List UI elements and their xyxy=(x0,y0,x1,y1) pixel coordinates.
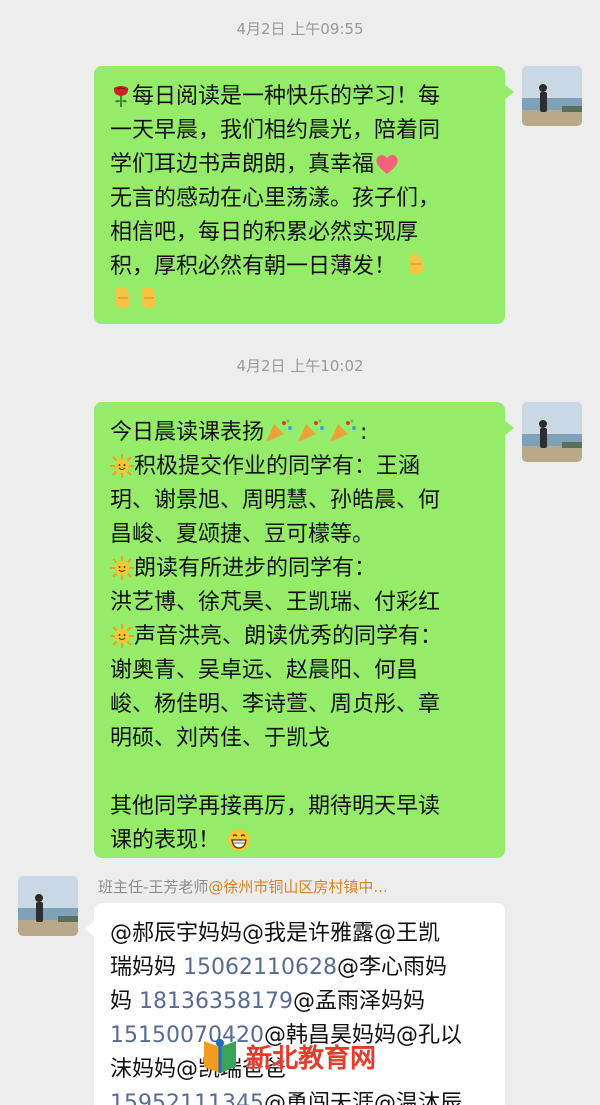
sun-emoji xyxy=(110,454,134,478)
party-popper-emoji xyxy=(298,419,325,442)
grin-emoji xyxy=(228,829,251,851)
party-popper-emoji xyxy=(330,419,357,442)
party-popper-emoji xyxy=(266,419,293,442)
watermark-text: 新北教育网 xyxy=(246,1043,377,1074)
timestamp: 4月2日 上午09:55 xyxy=(236,20,364,38)
avatar[interactable] xyxy=(522,66,582,126)
phone-link[interactable]: 15062110628 xyxy=(183,955,337,980)
avatar[interactable] xyxy=(522,402,582,462)
sender-org[interactable]: @徐州市铜山区房村镇中... xyxy=(208,878,387,896)
avatar-photo xyxy=(522,402,582,462)
message-bubble[interactable]: 每日阅读是一种快乐的学习！每 一天早晨，我们相约晨光，陪着同 学们耳边书声朗朗，… xyxy=(94,66,514,324)
watermark: 新北教育网 xyxy=(200,1036,376,1076)
rose-emoji xyxy=(113,86,129,107)
clapping-hands-emoji xyxy=(409,253,424,274)
sender-avatar[interactable] xyxy=(18,876,78,936)
clapping-hands-emoji xyxy=(142,287,156,308)
clapping-hands-emoji xyxy=(116,287,130,308)
message-bubble[interactable]: 今日晨读课表扬 : 积极提交作业的同学有：王涵 玥、谢景旭、周明慧、孙皓晨、何 … xyxy=(94,402,514,858)
avatar-photo xyxy=(522,66,582,126)
timestamp: 4月2日 上午10:02 xyxy=(236,357,364,375)
sun-emoji xyxy=(110,556,134,580)
sender-name: 班主任-王芳老师@徐州市铜山区房村镇中... xyxy=(98,878,388,896)
book-logo-icon xyxy=(204,1039,236,1073)
sun-emoji xyxy=(110,624,134,648)
avatar-photo xyxy=(18,876,78,936)
phone-link[interactable]: 18136358179 xyxy=(139,989,293,1014)
phone-link[interactable]: 15952111345 xyxy=(110,1091,264,1105)
heart-emoji xyxy=(376,155,398,174)
